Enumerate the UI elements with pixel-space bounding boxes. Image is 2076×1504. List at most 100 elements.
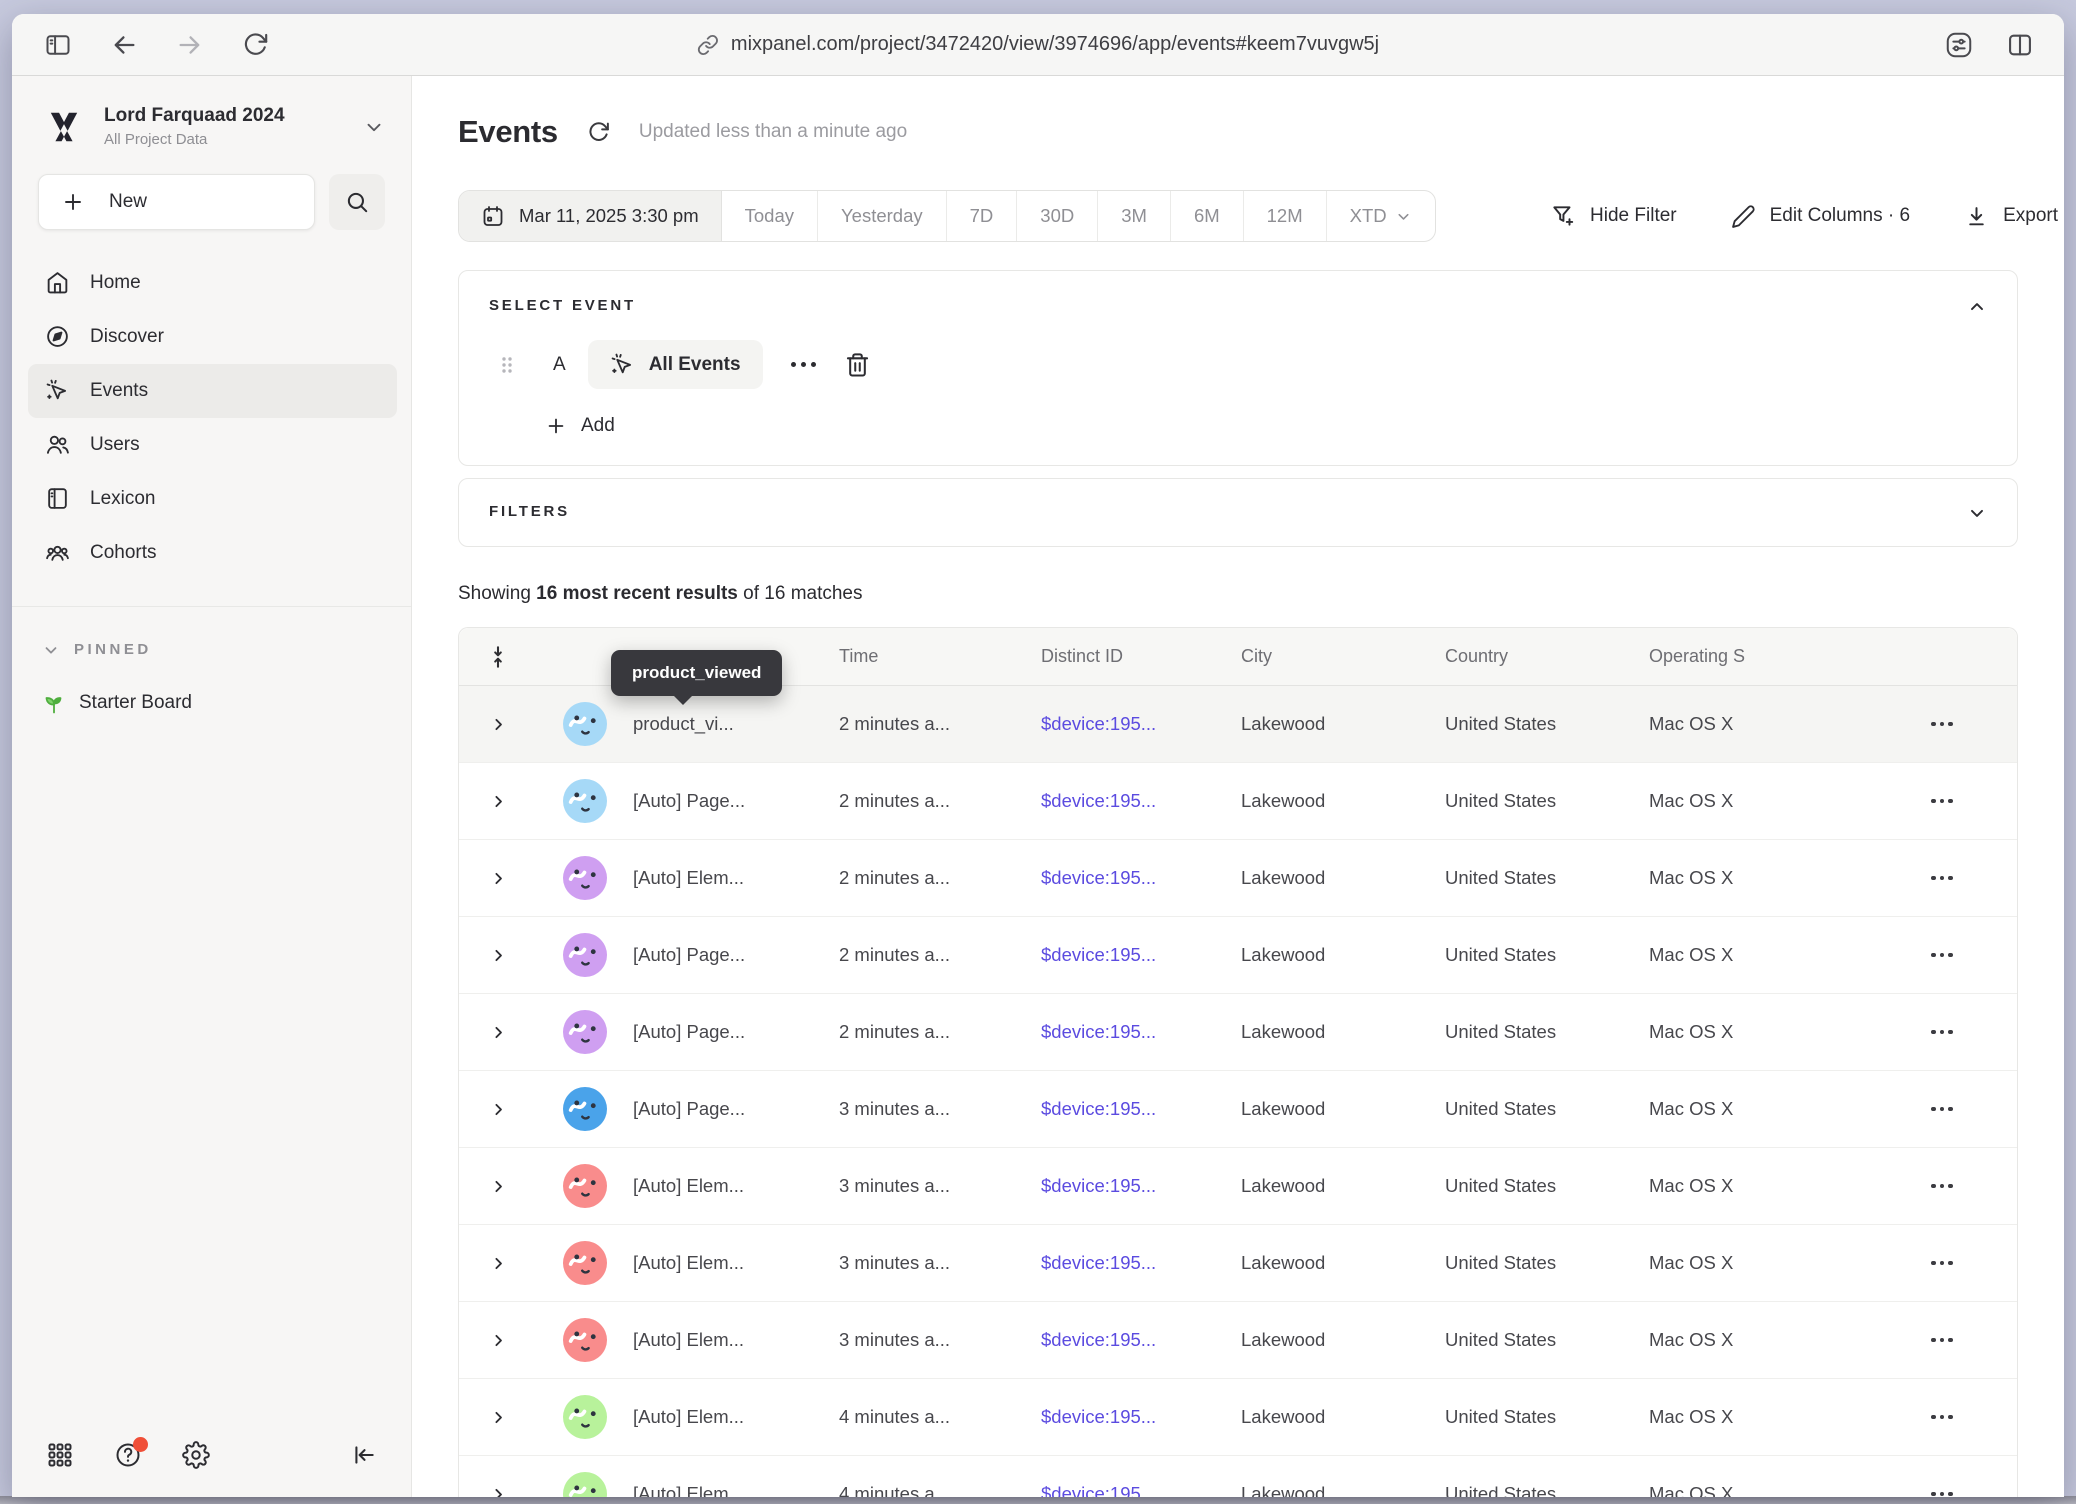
split-view-icon[interactable] (2006, 31, 2034, 59)
column-header-distinct-id[interactable]: Distinct ID (1041, 646, 1241, 667)
distinct-id-link[interactable]: $device:195... (1041, 1098, 1241, 1120)
chevron-right-icon[interactable] (459, 870, 537, 887)
range-xtd[interactable]: XTD (1327, 191, 1435, 241)
pinned-section-header[interactable]: PINNED (12, 607, 411, 659)
export-button[interactable]: Export (1964, 204, 2058, 229)
range-12m[interactable]: 12M (1244, 191, 1327, 241)
row-more-menu-icon[interactable] (1867, 1261, 2017, 1266)
table-row[interactable]: [Auto] Elem... 3 minutes a... $device:19… (459, 1148, 2017, 1225)
chevron-right-icon[interactable] (459, 1024, 537, 1041)
event-city: Lakewood (1241, 1329, 1445, 1351)
table-row[interactable]: [Auto] Elem... 2 minutes a... $device:19… (459, 840, 2017, 917)
table-row[interactable]: [Auto] Page... 2 minutes a... $device:19… (459, 917, 2017, 994)
row-more-menu-icon[interactable] (1867, 1415, 2017, 1420)
table-row[interactable]: [Auto] Elem... 3 minutes a... $device:19… (459, 1302, 2017, 1379)
distinct-id-link[interactable]: $device:195... (1041, 1406, 1241, 1428)
row-more-menu-icon[interactable] (1867, 1030, 2017, 1035)
sidebar-item-home[interactable]: Home (28, 256, 397, 310)
column-header-city[interactable]: City (1241, 646, 1445, 667)
sidebar-toggle-icon[interactable] (44, 31, 72, 59)
reload-icon[interactable] (242, 31, 269, 58)
table-row[interactable]: [Auto] Elem... 4 minutes a... $device:19… (459, 1379, 2017, 1456)
more-menu-icon[interactable] (785, 362, 822, 367)
sidebar-item-events[interactable]: Events (28, 364, 397, 418)
row-more-menu-icon[interactable] (1867, 1492, 2017, 1497)
distinct-id-link[interactable]: $device:195... (1041, 1483, 1241, 1497)
chevron-right-icon[interactable] (459, 716, 537, 733)
export-label: Export (2003, 205, 2058, 227)
chevron-right-icon[interactable] (459, 1178, 537, 1195)
chevron-right-icon[interactable] (459, 1409, 537, 1426)
distinct-id-link[interactable]: $device:195... (1041, 867, 1241, 889)
event-selector-chip[interactable]: All Events (588, 340, 763, 389)
chevron-right-icon[interactable] (459, 1255, 537, 1272)
range-6m[interactable]: 6M (1171, 191, 1244, 241)
table-row[interactable]: [Auto] Elem... 4 minutes a... $device:19… (459, 1456, 2017, 1497)
sidebar-item-discover[interactable]: Discover (28, 310, 397, 364)
distinct-id-link[interactable]: $device:195... (1041, 1252, 1241, 1274)
refresh-icon[interactable] (586, 120, 611, 145)
row-more-menu-icon[interactable] (1867, 953, 2017, 958)
chevron-right-icon[interactable] (459, 947, 537, 964)
add-event-button[interactable]: Add (545, 415, 1987, 437)
date-picker-button[interactable]: Mar 11, 2025 3:30 pm (459, 191, 722, 241)
event-name: [Auto] Elem... (633, 1483, 839, 1497)
help-button[interactable] (114, 1441, 142, 1469)
row-more-menu-icon[interactable] (1867, 1107, 2017, 1112)
distinct-id-link[interactable]: $device:195... (1041, 1329, 1241, 1351)
row-more-menu-icon[interactable] (1867, 1184, 2017, 1189)
new-button[interactable]: New (38, 174, 315, 230)
row-more-menu-icon[interactable] (1867, 799, 2017, 804)
back-icon[interactable] (110, 31, 138, 59)
edit-columns-button[interactable]: Edit Columns · 6 (1731, 204, 1910, 229)
range-30d[interactable]: 30D (1017, 191, 1098, 241)
address-bar[interactable]: mixpanel.com/project/3472420/view/397469… (697, 33, 1379, 56)
event-city: Lakewood (1241, 713, 1445, 735)
table-row[interactable]: [Auto] Page... 2 minutes a... $device:19… (459, 994, 2017, 1071)
table-row[interactable]: [Auto] Elem... 3 minutes a... $device:19… (459, 1225, 2017, 1302)
distinct-id-link[interactable]: $device:195... (1041, 944, 1241, 966)
range-3m[interactable]: 3M (1098, 191, 1171, 241)
row-more-menu-icon[interactable] (1867, 1338, 2017, 1343)
table-row[interactable]: [Auto] Page... 3 minutes a... $device:19… (459, 1071, 2017, 1148)
forward-icon[interactable] (176, 31, 204, 59)
hide-filter-button[interactable]: Hide Filter (1550, 203, 1677, 229)
column-header-os[interactable]: Operating S (1649, 646, 1867, 667)
sort-icon[interactable] (459, 644, 537, 670)
sidebar-item-lexicon[interactable]: Lexicon (28, 472, 397, 526)
chevron-right-icon[interactable] (459, 1486, 537, 1498)
column-header-country[interactable]: Country (1445, 646, 1649, 667)
trash-icon[interactable] (844, 351, 871, 378)
row-more-menu-icon[interactable] (1867, 722, 2017, 727)
row-more-menu-icon[interactable] (1867, 876, 2017, 881)
distinct-id-link[interactable]: $device:195... (1041, 1021, 1241, 1043)
chevron-right-icon[interactable] (459, 1332, 537, 1349)
chevron-up-icon[interactable] (1967, 297, 1987, 317)
page-settings-icon[interactable] (1944, 30, 1974, 60)
chevron-down-icon[interactable] (1967, 503, 1987, 523)
distinct-id-link[interactable]: $device:195... (1041, 713, 1241, 735)
event-country: United States (1445, 1329, 1649, 1351)
range-7d[interactable]: 7D (947, 191, 1018, 241)
sidebar-item-starter-board[interactable]: Starter Board (12, 659, 411, 715)
event-country: United States (1445, 1483, 1649, 1497)
event-name: product_vi... (633, 713, 839, 735)
browser-window: mixpanel.com/project/3472420/view/397469… (12, 14, 2064, 1497)
sidebar-item-users[interactable]: Users (28, 418, 397, 472)
range-today[interactable]: Today (722, 191, 818, 241)
column-header-time[interactable]: Time (839, 646, 1041, 667)
sidebar-item-cohorts[interactable]: Cohorts (28, 526, 397, 580)
table-row[interactable]: [Auto] Page... 2 minutes a... $device:19… (459, 763, 2017, 840)
search-button[interactable] (329, 174, 385, 230)
apps-grid-icon[interactable] (46, 1441, 74, 1469)
chevron-right-icon[interactable] (459, 793, 537, 810)
distinct-id-link[interactable]: $device:195... (1041, 1175, 1241, 1197)
range-yesterday[interactable]: Yesterday (818, 191, 947, 241)
collapse-sidebar-icon[interactable] (351, 1442, 377, 1468)
project-selector[interactable]: Lord Farquaad 2024 All Project Data (12, 76, 411, 150)
chevron-right-icon[interactable] (459, 1101, 537, 1118)
results-summary: Showing 16 most recent results of 16 mat… (458, 583, 2018, 605)
gear-icon[interactable] (182, 1441, 210, 1469)
distinct-id-link[interactable]: $device:195... (1041, 790, 1241, 812)
drag-handle-icon[interactable] (497, 353, 517, 377)
